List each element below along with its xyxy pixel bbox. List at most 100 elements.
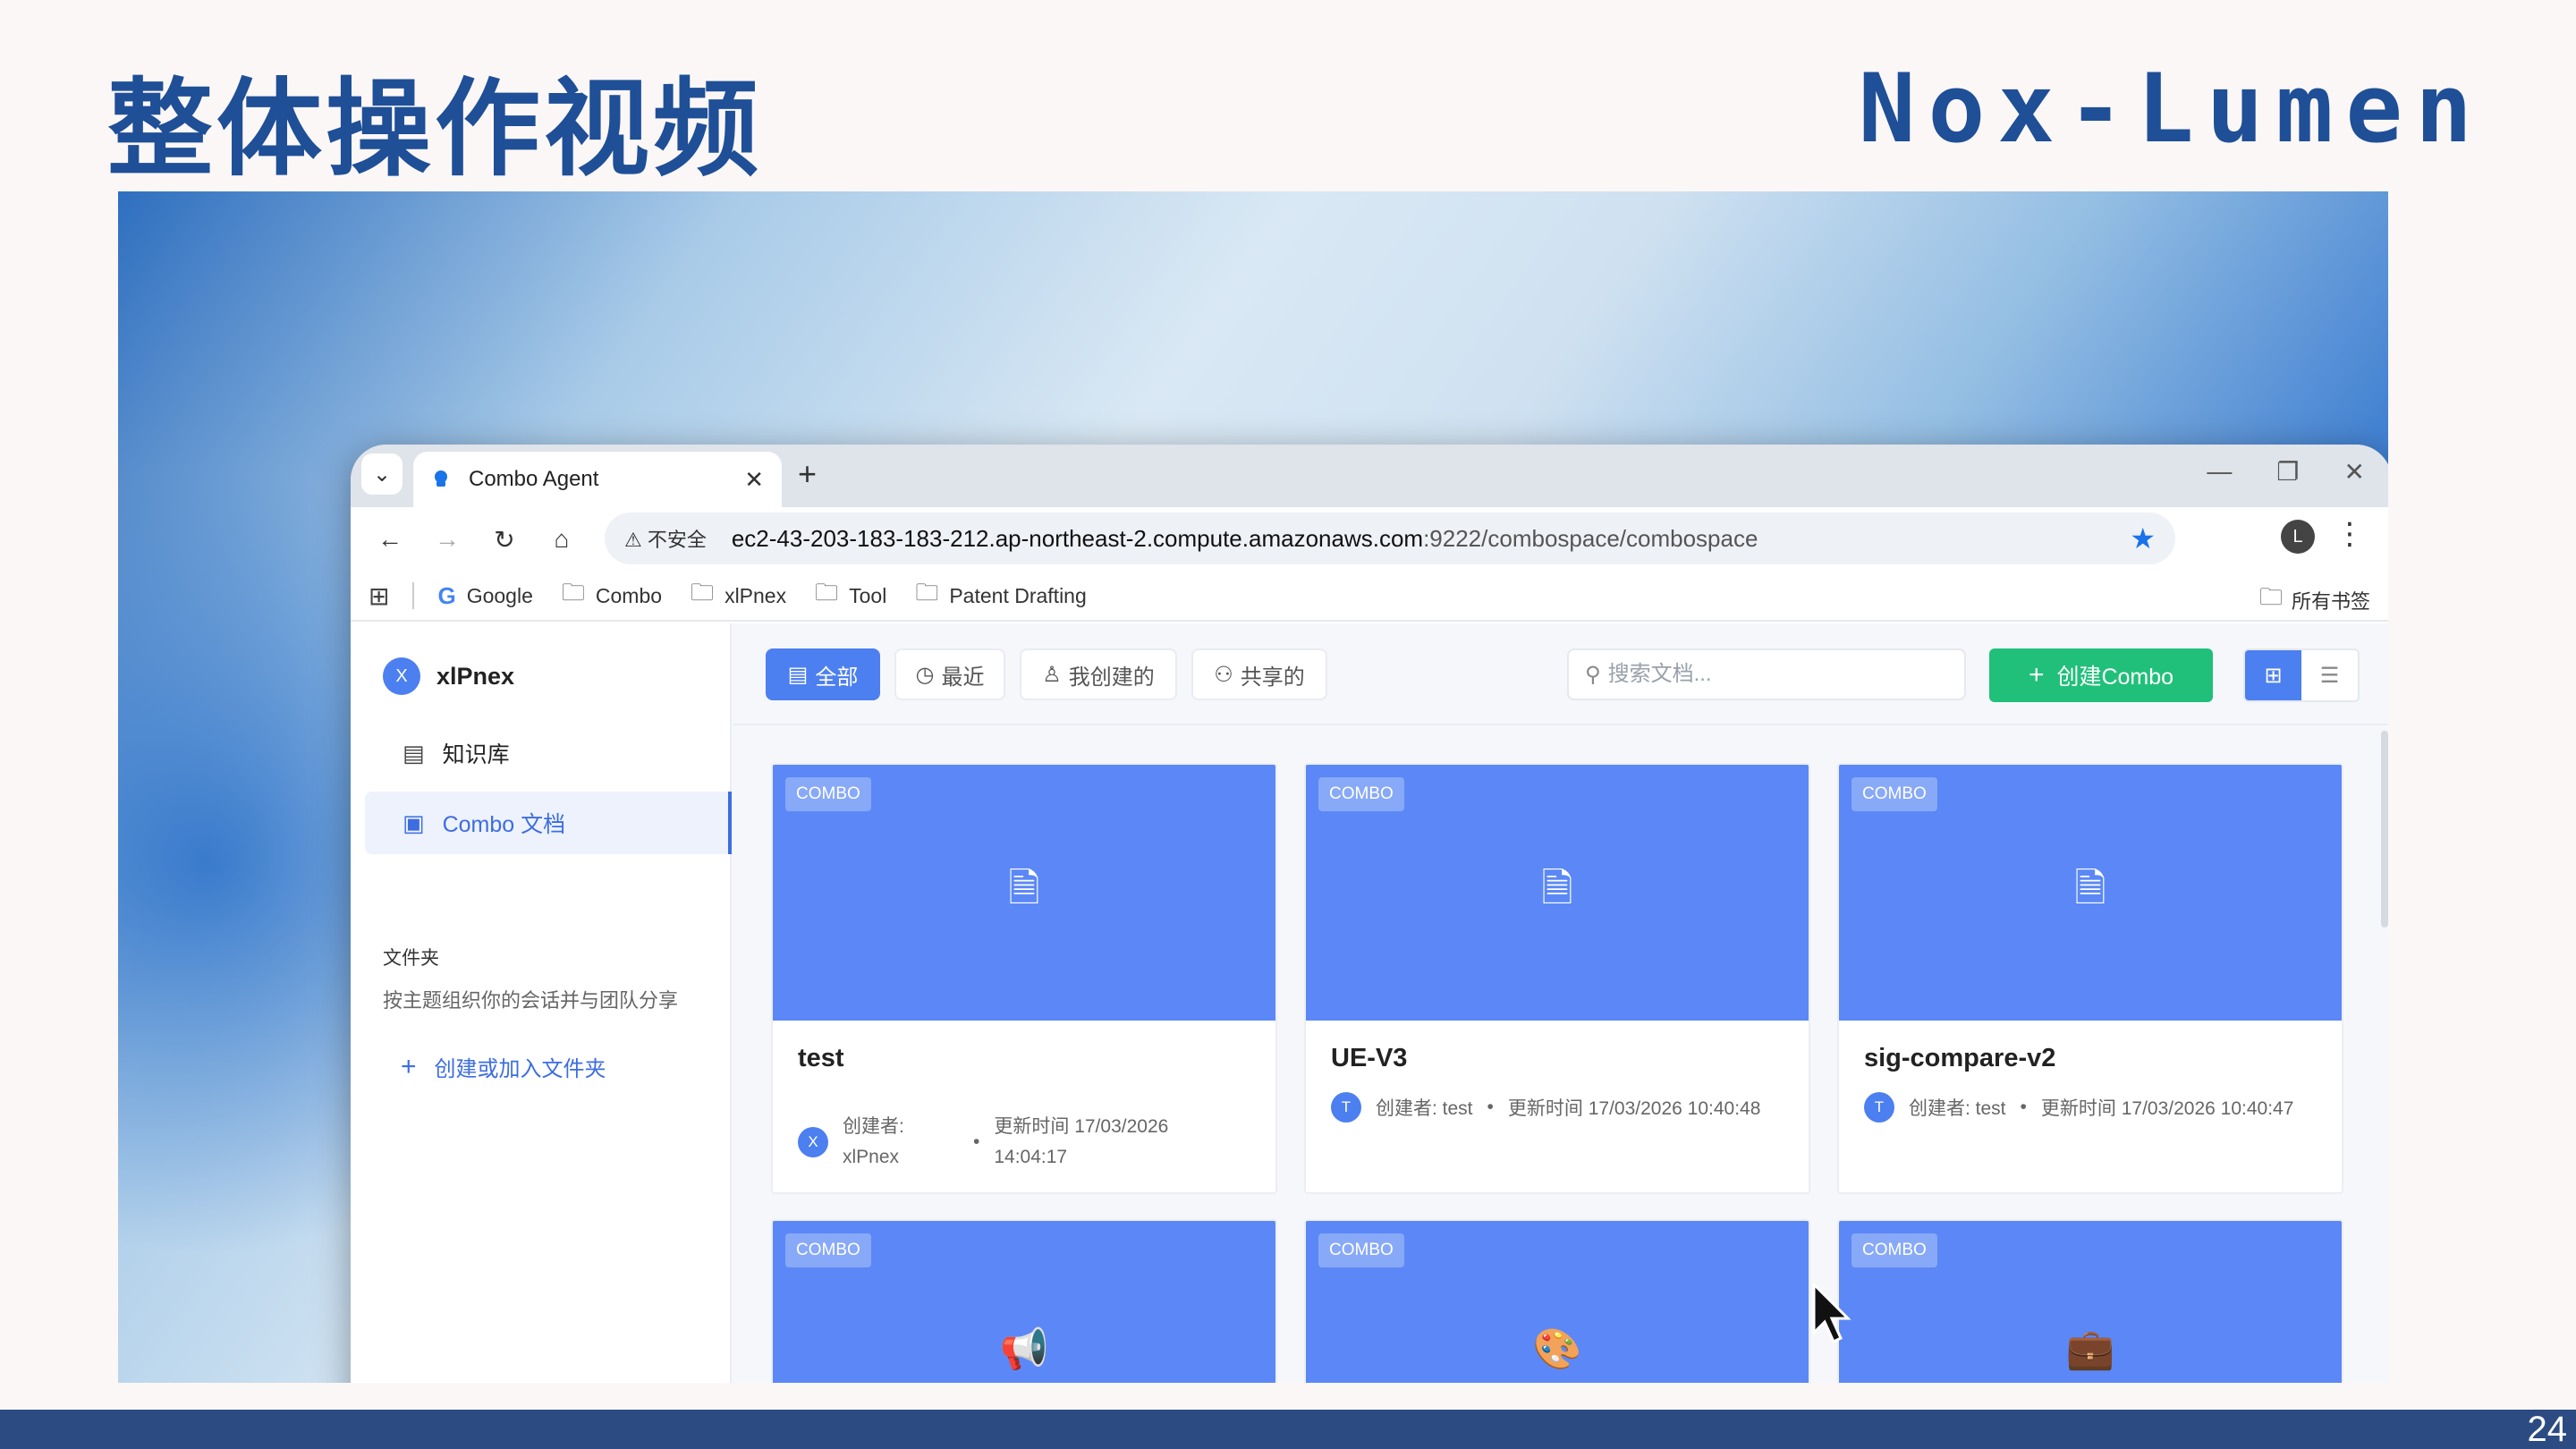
search-input[interactable] <box>1607 662 1964 687</box>
combo-card[interactable]: COMBO 🗎 test X 创建者: xlPnex • 更新时间 17/03/… <box>771 763 1277 1194</box>
url-host: ec2-43-203-183-183-212.ap-northeast-2.co… <box>731 524 1424 552</box>
card-creator: 创建者: test <box>1376 1098 1473 1119</box>
search-icon: ⚲ <box>1585 662 1601 687</box>
book-icon: ▤ <box>402 739 425 767</box>
home-icon[interactable]: ⌂ <box>533 525 590 554</box>
folder-icon: 🗀 <box>915 579 939 606</box>
bookmark-tool[interactable]: 🗀 Tool <box>815 576 886 615</box>
folder-icon: 🗀 <box>815 579 839 606</box>
address-bar[interactable]: ⚠ 不安全 ec2-43-203-183-183-212.ap-northeas… <box>605 513 2175 564</box>
plus-icon: + <box>2028 660 2045 690</box>
card-cover: COMBO 📢 <box>773 1221 1275 1383</box>
card-title: sig-compare-v2 <box>1864 1044 2056 1072</box>
search-field[interactable]: ⚲ <box>1567 648 1966 700</box>
minimize-icon[interactable]: — <box>2207 457 2232 487</box>
filter-shared[interactable]: ⚇ 共享的 <box>1191 648 1327 700</box>
card-meta: X 创建者: xlPnex • 更新时间 17/03/2026 14:04:17 <box>798 1112 1258 1173</box>
card-cover: COMBO 🗎 <box>1839 765 2342 1021</box>
scrollbar[interactable] <box>2381 731 2388 928</box>
combo-badge: COMBO <box>785 1233 871 1267</box>
doc-icon: ▣ <box>402 809 425 836</box>
more-menu-icon[interactable]: ⋮ <box>2334 516 2365 552</box>
card-cover: COMBO 🗎 <box>773 765 1275 1021</box>
combo-badge: COMBO <box>785 777 871 811</box>
footer-bar: 24 <box>0 1410 2576 1449</box>
card-meta: T 创建者: test • 更新时间 17/03/2026 10:40:48 <box>1331 1092 1791 1123</box>
folders-heading: 文件夹 <box>383 948 439 969</box>
reload-icon[interactable]: ↻ <box>476 525 533 555</box>
create-folder-button[interactable]: + 创建或加入文件夹 <box>401 1051 606 1082</box>
sidebar-item-combo-docs[interactable]: ▣ Combo 文档 <box>365 792 732 854</box>
tab-close-icon[interactable]: ✕ <box>744 466 764 494</box>
avatar: X <box>383 657 420 695</box>
card-updated: 更新时间 17/03/2026 14:04:17 <box>994 1116 1169 1167</box>
bookmark-google[interactable]: G Google <box>437 582 532 610</box>
card-cover: COMBO 🎨 <box>1306 1221 1809 1383</box>
card-cover: COMBO 💼 <box>1839 1221 2342 1383</box>
mouse-cursor-icon <box>1810 1281 1855 1350</box>
sidebar-item-knowledge-base[interactable]: ▤ 知识库 <box>365 722 732 784</box>
bookmark-combo[interactable]: 🗀 Combo <box>562 576 662 615</box>
tab-strip: ⌄ Combo Agent ✕ + — ❐ ✕ <box>351 445 2388 507</box>
combo-badge: COMBO <box>1852 1233 1937 1267</box>
browser-toolbar: ← → ↻ ⌂ ⚠ 不安全 ec2-43-203-183-183-212.ap-… <box>351 507 2388 572</box>
browser-window: ⌄ Combo Agent ✕ + — ❐ ✕ ← → ↻ ⌂ ⚠ 不安全 ec… <box>351 445 2388 1383</box>
combo-card[interactable]: COMBO 📢 <box>771 1219 1277 1383</box>
forward-arrow-icon[interactable]: → <box>419 525 476 554</box>
combo-card[interactable]: COMBO 🎨 <box>1304 1219 1810 1383</box>
tab-title: Combo Agent <box>469 467 599 491</box>
back-arrow-icon[interactable]: ← <box>361 525 419 554</box>
desktop-background: ⌄ Combo Agent ✕ + — ❐ ✕ ← → ↻ ⌂ ⚠ 不安全 ec… <box>118 191 2388 1383</box>
filter-recent[interactable]: ◷ 最近 <box>894 648 1005 700</box>
bookmark-xlpnex[interactable]: 🗀 xlPnex <box>691 576 786 615</box>
sidebar-item-settings[interactable]: ⚙ 设置 <box>365 1364 732 1384</box>
card-creator: 创建者: test <box>1909 1098 2006 1119</box>
profile-avatar[interactable]: L <box>2281 520 2315 554</box>
avatar: T <box>1864 1092 1894 1123</box>
folder-icon: 🗀 <box>561 579 585 606</box>
document-icon: 🗎 <box>1008 866 1040 911</box>
briefcase-icon: 💼 <box>2065 1327 2115 1371</box>
browser-tab[interactable]: Combo Agent ✕ <box>413 452 782 507</box>
restore-icon[interactable]: ❐ <box>2276 457 2299 487</box>
list-icon: ▤ <box>787 662 809 687</box>
all-bookmarks[interactable]: 🗀 所有书签 <box>2259 580 2370 620</box>
gear-icon: ⚙ <box>402 1382 423 1384</box>
workspace-switcher[interactable]: X xlPnex <box>383 657 514 695</box>
bookmark-patent-drafting[interactable]: 🗀 Patent Drafting <box>915 576 1086 615</box>
grid-view-icon[interactable]: ⊞ <box>2245 650 2301 700</box>
users-icon: ⚇ <box>1214 662 1233 687</box>
apps-grid-icon[interactable]: ⊞ <box>369 581 389 611</box>
security-chip[interactable]: ⚠ 不安全 <box>624 524 707 553</box>
avatar: T <box>1331 1092 1361 1123</box>
url-text[interactable]: ec2-43-203-183-183-212.ap-northeast-2.co… <box>732 525 2130 553</box>
document-icon: 🗎 <box>2074 866 2106 911</box>
chevron-down-icon: ⌄ <box>372 462 392 487</box>
combo-card[interactable]: COMBO 🗎 sig-compare-v2 T 创建者: test • 更新时… <box>1837 763 2343 1194</box>
folder-icon: 🗀 <box>691 579 715 606</box>
filter-all[interactable]: ▤ 全部 <box>766 648 880 700</box>
list-view-icon[interactable]: ☰ <box>2301 650 2358 700</box>
create-combo-button[interactable]: + 创建Combo <box>1989 648 2213 702</box>
card-updated: 更新时间 17/03/2026 10:40:47 <box>2040 1098 2294 1119</box>
combo-badge: COMBO <box>1318 777 1404 811</box>
content-toolbar: ▤全部 ◷最近 ♙我创建的 ⚇共享的 ⚲ +创建Combo <box>733 623 2388 725</box>
card-title: UE-V3 <box>1331 1044 1408 1072</box>
google-icon: G <box>437 581 456 609</box>
bookmark-star-icon[interactable]: ★ <box>2130 521 2156 555</box>
card-title: test <box>798 1044 844 1072</box>
bookmarks-bar: ⊞ G Google 🗀 Combo 🗀 xlPnex 🗀 Tool 🗀 Patent D… <box>351 572 2388 622</box>
new-tab-button[interactable]: + <box>798 455 817 493</box>
palette-icon: 🎨 <box>1532 1327 1582 1371</box>
combo-badge: COMBO <box>1852 777 1937 811</box>
favicon-icon <box>431 470 451 489</box>
slide-title: 整体操作视频 <box>107 67 763 191</box>
combo-card[interactable]: COMBO 🗎 UE-V3 T 创建者: test • 更新时间 17/03/2… <box>1304 763 1810 1194</box>
card-meta: T 创建者: test • 更新时间 17/03/2026 10:40:47 <box>1864 1092 2324 1123</box>
card-creator: 创建者: xlPnex <box>843 1116 904 1167</box>
view-toggle: ⊞ ☰ <box>2243 648 2360 702</box>
tab-search-button[interactable]: ⌄ <box>361 453 402 495</box>
filter-created-by-me[interactable]: ♙ 我创建的 <box>1020 648 1177 700</box>
close-window-icon[interactable]: ✕ <box>2344 457 2365 487</box>
combo-card[interactable]: COMBO 💼 <box>1837 1219 2343 1383</box>
